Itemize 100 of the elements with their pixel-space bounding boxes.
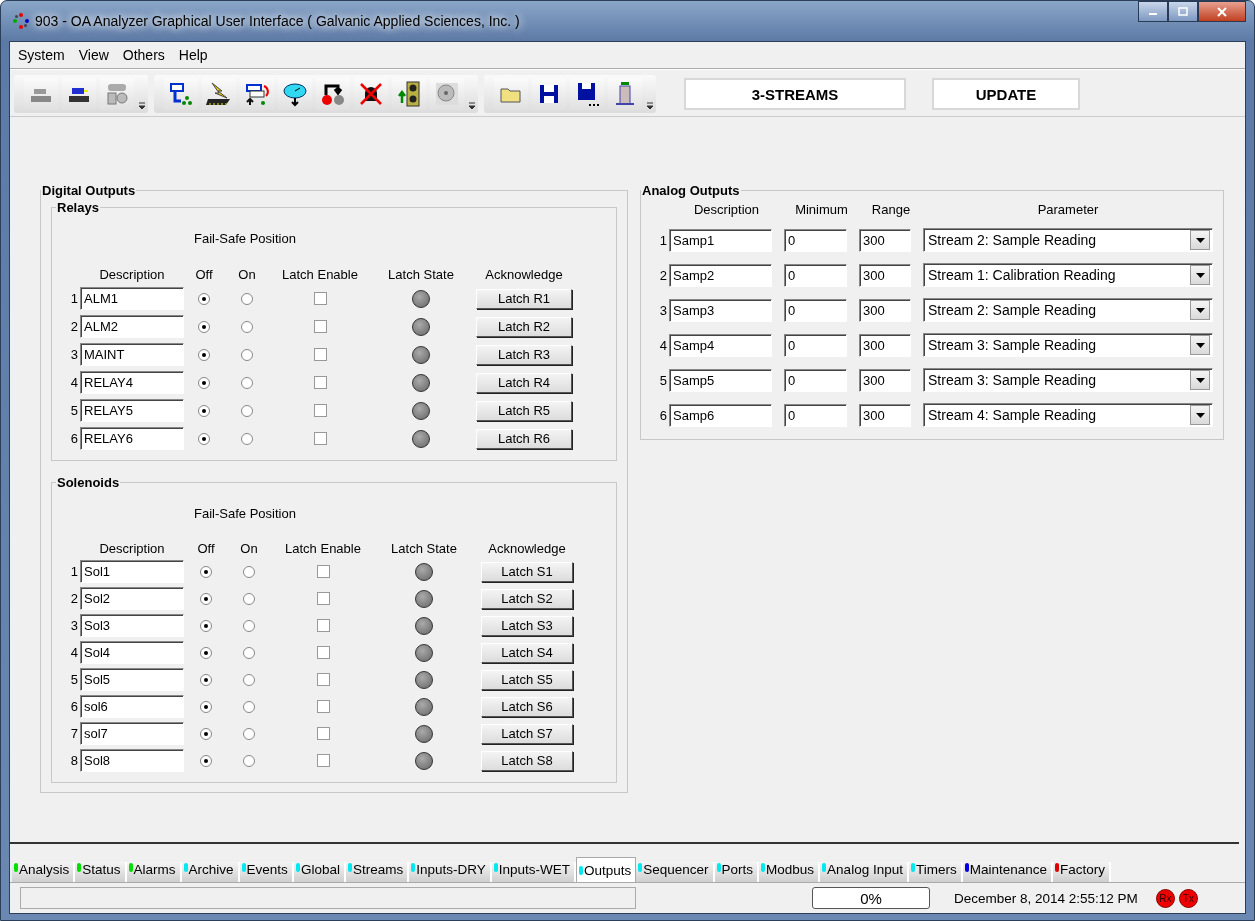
latch-button[interactable]: Latch R2: [476, 316, 572, 337]
latch-enable-checkbox[interactable]: [316, 673, 330, 686]
on-radio[interactable]: [243, 673, 255, 686]
description-field[interactable]: RELAY4: [80, 371, 184, 394]
description-field[interactable]: ALM2: [80, 315, 184, 338]
off-radio[interactable]: [200, 754, 212, 767]
description-field[interactable]: Sol8: [80, 749, 184, 772]
on-radio[interactable]: [241, 292, 253, 305]
latch-button[interactable]: Latch S1: [481, 561, 573, 582]
on-radio[interactable]: [241, 404, 253, 417]
description-field[interactable]: Samp1: [669, 228, 772, 252]
maximize-button[interactable]: [1168, 1, 1198, 22]
parameter-dropdown[interactable]: Stream 3: Sample Reading: [923, 333, 1213, 357]
latch-enable-checkbox[interactable]: [313, 404, 327, 417]
tab[interactable]: Analog Input: [820, 862, 909, 882]
latch-button[interactable]: Latch S2: [481, 588, 573, 609]
off-radio[interactable]: [200, 592, 212, 605]
description-field[interactable]: ALM1: [80, 287, 184, 310]
tab[interactable]: Modbus: [759, 862, 821, 882]
description-field[interactable]: sol7: [80, 722, 184, 745]
on-radio[interactable]: [241, 320, 253, 333]
chevron-icon[interactable]: [138, 102, 146, 110]
off-radio[interactable]: [198, 292, 210, 305]
latch-button[interactable]: Latch R3: [476, 344, 572, 365]
range-field[interactable]: 300: [859, 403, 911, 427]
tab[interactable]: Inputs-WET: [491, 862, 576, 882]
chevron-icon[interactable]: [646, 102, 654, 110]
latch-enable-checkbox[interactable]: [313, 292, 327, 305]
description-field[interactable]: MAINT: [80, 343, 184, 366]
range-field[interactable]: 300: [859, 368, 911, 392]
description-field[interactable]: Samp4: [669, 333, 772, 357]
description-field[interactable]: Sol1: [80, 560, 184, 583]
tab[interactable]: Archive: [181, 862, 240, 882]
on-radio[interactable]: [243, 754, 255, 767]
latch-enable-checkbox[interactable]: [313, 376, 327, 389]
minimum-field[interactable]: 0: [784, 333, 847, 357]
latch-enable-checkbox[interactable]: [316, 565, 330, 578]
latch-button[interactable]: Latch S4: [481, 642, 573, 663]
description-field[interactable]: Samp2: [669, 263, 772, 287]
off-radio[interactable]: [198, 404, 210, 417]
range-field[interactable]: 300: [859, 333, 911, 357]
latch-enable-checkbox[interactable]: [313, 320, 327, 333]
latch-button[interactable]: Latch S8: [481, 750, 573, 771]
tab[interactable]: Factory: [1053, 862, 1111, 882]
tab[interactable]: Timers: [908, 862, 963, 882]
description-field[interactable]: RELAY5: [80, 399, 184, 422]
on-radio[interactable]: [241, 432, 253, 445]
off-radio[interactable]: [200, 673, 212, 686]
off-radio[interactable]: [200, 619, 212, 632]
description-field[interactable]: Sol3: [80, 614, 184, 637]
minimum-field[interactable]: 0: [784, 298, 847, 322]
on-radio[interactable]: [243, 565, 255, 578]
tab[interactable]: Global: [293, 862, 346, 882]
latch-enable-checkbox[interactable]: [313, 432, 327, 445]
tab[interactable]: Streams: [345, 862, 410, 882]
minimize-button[interactable]: [1138, 1, 1168, 22]
tab[interactable]: Ports: [714, 862, 760, 882]
latch-button[interactable]: Latch S6: [481, 696, 573, 717]
tab[interactable]: Analysis: [12, 862, 76, 882]
off-radio[interactable]: [198, 376, 210, 389]
on-radio[interactable]: [243, 619, 255, 632]
chevron-icon[interactable]: [468, 102, 476, 110]
latch-button[interactable]: Latch S7: [481, 723, 573, 744]
off-radio[interactable]: [200, 646, 212, 659]
description-field[interactable]: Sol5: [80, 668, 184, 691]
description-field[interactable]: Samp6: [669, 403, 772, 427]
description-field[interactable]: Sol4: [80, 641, 184, 664]
latch-enable-checkbox[interactable]: [316, 754, 330, 767]
on-radio[interactable]: [243, 646, 255, 659]
close-button[interactable]: [1198, 1, 1246, 22]
tab[interactable]: Status: [75, 862, 127, 882]
off-radio[interactable]: [200, 565, 212, 578]
off-radio[interactable]: [200, 727, 212, 740]
minimum-field[interactable]: 0: [784, 403, 847, 427]
latch-button[interactable]: Latch S3: [481, 615, 573, 636]
tab[interactable]: Maintenance: [962, 862, 1053, 882]
latch-button[interactable]: Latch R6: [476, 428, 572, 449]
latch-enable-checkbox[interactable]: [316, 619, 330, 632]
menu-item[interactable]: Help: [178, 47, 208, 63]
menu-item[interactable]: System: [18, 47, 65, 63]
tab[interactable]: Inputs-DRY: [409, 862, 492, 882]
latch-button[interactable]: Latch R4: [476, 372, 572, 393]
range-field[interactable]: 300: [859, 228, 911, 252]
tab[interactable]: Sequencer: [636, 862, 715, 882]
latch-enable-checkbox[interactable]: [316, 646, 330, 659]
off-radio[interactable]: [198, 320, 210, 333]
off-radio[interactable]: [198, 432, 210, 445]
description-field[interactable]: Samp3: [669, 298, 772, 322]
latch-button[interactable]: Latch R5: [476, 400, 572, 421]
tab[interactable]: Alarms: [126, 862, 182, 882]
parameter-dropdown[interactable]: Stream 2: Sample Reading: [923, 298, 1213, 322]
latch-enable-checkbox[interactable]: [316, 727, 330, 740]
minimum-field[interactable]: 0: [784, 263, 847, 287]
tab[interactable]: Outputs: [575, 857, 637, 882]
parameter-dropdown[interactable]: Stream 4: Sample Reading: [923, 403, 1213, 427]
on-radio[interactable]: [243, 727, 255, 740]
on-radio[interactable]: [243, 592, 255, 605]
description-field[interactable]: RELAY6: [80, 427, 184, 450]
latch-enable-checkbox[interactable]: [313, 348, 327, 361]
minimum-field[interactable]: 0: [784, 228, 847, 252]
